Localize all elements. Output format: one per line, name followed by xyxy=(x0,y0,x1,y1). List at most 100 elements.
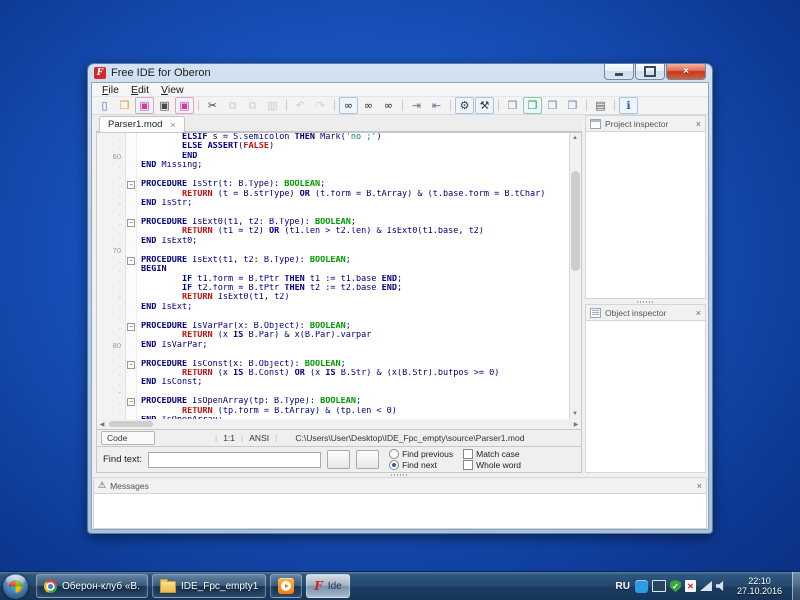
tab-parser1-mod[interactable]: Parser1.mod × xyxy=(99,116,185,132)
object-inspector-body[interactable] xyxy=(585,321,706,473)
run-button[interactable]: ❐ xyxy=(523,97,542,114)
clock[interactable]: 22:10 27.10.2016 xyxy=(732,576,787,596)
print-button[interactable]: ▤ xyxy=(591,97,610,114)
fold-margin xyxy=(125,142,137,151)
fold-collapse-icon[interactable] xyxy=(127,181,135,189)
find-previous-button[interactable]: ∞ xyxy=(379,97,398,114)
flag-alert-icon[interactable]: ✕ xyxy=(685,580,696,592)
indent-button[interactable]: ⇥ xyxy=(407,97,426,114)
scroll-down-arrow-icon[interactable] xyxy=(570,409,580,419)
minimize-button[interactable] xyxy=(604,64,634,80)
horizontal-scrollbar[interactable] xyxy=(96,419,582,429)
project-inspector-header[interactable]: Project inspector × xyxy=(585,115,706,132)
shield-check-icon[interactable]: ✓ xyxy=(670,580,681,592)
new-file-button[interactable]: ▯ xyxy=(95,97,114,114)
taskbar-button-label: Ide xyxy=(328,581,342,592)
redo-button[interactable]: ↷ xyxy=(311,97,330,114)
taskbar-button-folder[interactable]: IDE_Fpc_empty1 xyxy=(152,574,266,598)
fold-collapse-icon[interactable] xyxy=(127,398,135,406)
save-button[interactable]: ▣ xyxy=(135,97,154,114)
undo-icon: ↶ xyxy=(296,100,305,111)
code-lines[interactable]: . ELSIF s = S.semicolon THEN Mark('no ;'… xyxy=(97,133,569,419)
find-button[interactable]: ∞ xyxy=(339,97,358,114)
find-options-group: Match case Whole word xyxy=(463,450,521,470)
file-path: C:\Users\User\Desktop\IDE_Fpc_empty\sour… xyxy=(295,433,524,443)
paste-button[interactable]: ⧉ xyxy=(243,97,262,114)
fold-collapse-icon[interactable] xyxy=(127,361,135,369)
windows-flag-icon xyxy=(9,580,22,593)
help-about-button[interactable]: ℹ xyxy=(619,97,638,114)
close-button[interactable]: × xyxy=(666,64,706,80)
scroll-up-arrow-icon[interactable] xyxy=(570,133,580,143)
checkbox-option-2[interactable]: Whole word xyxy=(463,461,521,470)
menu-edit[interactable]: Edit xyxy=(125,84,155,96)
menu-file[interactable]: File xyxy=(96,84,125,96)
menu-view[interactable]: View xyxy=(155,84,190,96)
taskbar-button-player[interactable] xyxy=(270,574,302,598)
messages-body[interactable] xyxy=(93,494,707,529)
open-file-button[interactable]: ❒ xyxy=(115,97,134,114)
code-editor[interactable]: . ELSIF s = S.semicolon THEN Mark('no ;'… xyxy=(96,132,582,419)
undo-button[interactable]: ↶ xyxy=(291,97,310,114)
radio-icon[interactable] xyxy=(389,460,399,470)
network-icon[interactable] xyxy=(700,581,712,591)
checkbox-option-1[interactable]: Match case xyxy=(463,450,521,459)
vertical-scrollbar[interactable] xyxy=(569,133,581,419)
radio-option-2[interactable]: Find next xyxy=(389,461,453,470)
view-window-3-button[interactable]: ❐ xyxy=(563,97,582,114)
code-line: . RETURN (x IS B.Par) & x(B.Par).varpar xyxy=(97,331,569,340)
vertical-scrollbar-thumb[interactable] xyxy=(571,171,580,271)
maximize-button[interactable] xyxy=(635,64,665,80)
copy-button[interactable]: ⧉ xyxy=(223,97,242,114)
fold-margin xyxy=(125,190,137,199)
display-icon[interactable] xyxy=(652,580,666,592)
view-window-2-button[interactable]: ❐ xyxy=(543,97,562,114)
save-all-button[interactable]: ▣ xyxy=(155,97,174,114)
find-next-icon: ∞ xyxy=(364,100,373,111)
new-file-icon: ▯ xyxy=(101,100,107,111)
scroll-right-arrow-icon[interactable] xyxy=(571,421,581,428)
unindent-button[interactable]: ⇤ xyxy=(427,97,446,114)
find-text-input[interactable] xyxy=(148,452,321,468)
radio-icon[interactable] xyxy=(389,449,399,459)
fold-collapse-icon[interactable] xyxy=(127,219,135,227)
cut-button[interactable]: ✂ xyxy=(203,97,222,114)
menu-bar: FileEditView xyxy=(92,83,708,97)
code-text: RETURN (t1 = t2) OR (t1.len > t2.len) & … xyxy=(137,227,569,236)
object-inspector-close-icon[interactable]: × xyxy=(696,308,701,318)
find-next-button[interactable]: ∞ xyxy=(359,97,378,114)
show-desktop-button[interactable] xyxy=(792,572,800,600)
build-gear-button[interactable]: ⚙ xyxy=(455,97,474,114)
messages-close-icon[interactable]: × xyxy=(697,481,702,491)
horizontal-scrollbar-thumb[interactable] xyxy=(109,421,153,427)
fold-collapse-icon[interactable] xyxy=(127,257,135,265)
unindent-icon: ⇤ xyxy=(432,100,441,111)
gutter-marker: . xyxy=(97,322,125,331)
delete-button[interactable]: ▥ xyxy=(263,97,282,114)
tools-wrench-button[interactable]: ⚒ xyxy=(475,97,494,114)
tab-close-icon[interactable]: × xyxy=(170,120,175,130)
taskbar-button-chrome[interactable]: Оберон-клуб «В... xyxy=(36,574,148,598)
project-inspector-body[interactable] xyxy=(585,132,706,299)
statusbar-separator: | xyxy=(275,433,277,443)
find-button-1[interactable] xyxy=(327,450,350,469)
messages-header[interactable]: ⚠ Messages × xyxy=(93,477,707,494)
find-button-2[interactable] xyxy=(356,450,379,469)
fold-collapse-icon[interactable] xyxy=(127,323,135,331)
view-window-1-button[interactable]: ❐ xyxy=(503,97,522,114)
checkbox-icon[interactable] xyxy=(463,449,473,459)
checkbox-icon[interactable] xyxy=(463,460,473,470)
language-indicator[interactable]: RU xyxy=(616,581,630,592)
messenger-icon[interactable] xyxy=(635,580,648,593)
window-title: Free IDE for Oberon xyxy=(111,67,211,79)
mode-selector[interactable]: Code xyxy=(101,431,155,445)
start-button[interactable] xyxy=(3,574,28,599)
taskbar-button-ide[interactable]: FIde xyxy=(306,574,349,598)
project-inspector-close-icon[interactable]: × xyxy=(696,119,701,129)
object-inspector-header[interactable]: Object inspector × xyxy=(585,304,706,321)
window-titlebar[interactable]: F Free IDE for Oberon × xyxy=(88,64,712,82)
scroll-left-arrow-icon[interactable] xyxy=(97,421,107,428)
save-as-button[interactable]: ▣ xyxy=(175,97,194,114)
volume-icon[interactable] xyxy=(716,580,727,592)
radio-option-1[interactable]: Find previous xyxy=(389,450,453,459)
